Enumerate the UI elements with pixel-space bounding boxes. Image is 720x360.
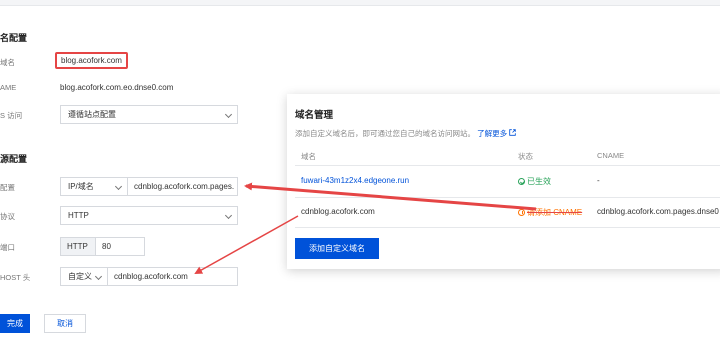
table-row-cname: - (597, 176, 600, 185)
protocol-value: HTTP (68, 211, 89, 220)
cname-value: blog.acofork.com.eo.dnse0.com (60, 83, 174, 92)
domain-config-title: 名配置 (0, 33, 28, 43)
confirm-button[interactable]: 完成 (0, 314, 30, 333)
table-row-cname: cdnblog.acofork.com.pages.dnse0 (597, 207, 719, 216)
host-label: HOST 头 (0, 273, 31, 282)
chevron-down-icon (224, 211, 233, 220)
https-select[interactable]: 遵循站点配置 (60, 105, 238, 124)
host-mode-select[interactable]: 自定义 (60, 267, 108, 286)
origin-config-title: 源配置 (0, 154, 28, 164)
learn-more-link[interactable]: 了解更多 (477, 129, 516, 138)
warning-circle-icon (518, 209, 525, 216)
origin-type-select[interactable]: IP/域名 (60, 177, 128, 196)
port-input[interactable]: 80 (95, 237, 145, 256)
domain-label: 域名 (0, 58, 15, 67)
check-circle-icon (518, 178, 525, 185)
row-divider (295, 227, 720, 228)
row-divider (295, 197, 720, 198)
panel-desc-text: 添加自定义域名后，即可通过您自己的域名访问网站。 (295, 129, 475, 138)
top-bar (0, 0, 720, 6)
header-divider (295, 165, 720, 166)
table-row-status: 请添加 CNAME (518, 207, 582, 218)
chevron-down-icon (94, 272, 103, 281)
external-link-icon (509, 129, 516, 136)
port-label: 端口 (0, 243, 15, 252)
https-select-value: 遵循站点配置 (68, 110, 116, 119)
domain-management-panel: 域名管理 添加自定义域名后，即可通过您自己的域名访问网站。 了解更多 域名 状态… (287, 94, 720, 269)
column-header-cname: CNAME (597, 151, 625, 160)
chevron-down-icon (114, 182, 123, 191)
table-row-domain[interactable]: fuwari-43m1z2x4.edgeone.run (301, 176, 409, 185)
column-header-status: 状态 (518, 152, 533, 161)
column-header-domain: 域名 (301, 152, 316, 161)
domain-value: blog.acofork.com (55, 52, 128, 69)
port-prefix: HTTP (60, 237, 96, 256)
protocol-label: 协议 (0, 212, 15, 221)
add-custom-domain-button[interactable]: 添加自定义域名 (295, 238, 379, 259)
protocol-select[interactable]: HTTP (60, 206, 238, 225)
panel-description: 添加自定义域名后，即可通过您自己的域名访问网站。 了解更多 (295, 128, 516, 139)
cname-label: AME (0, 83, 17, 92)
host-input[interactable]: cdnblog.acofork.com (107, 267, 238, 286)
origin-address-input[interactable]: cdnblog.acofork.com.pages. (127, 177, 238, 196)
origin-label: 配置 (0, 183, 15, 192)
origin-type-value: IP/域名 (68, 182, 94, 191)
https-label: S 访问 (0, 111, 23, 120)
table-row-status: 已生效 (518, 176, 551, 187)
cancel-button[interactable]: 取消 (44, 314, 86, 333)
chevron-down-icon (224, 110, 233, 119)
table-row-domain: cdnblog.acofork.com (301, 207, 375, 216)
panel-title: 域名管理 (295, 110, 334, 121)
host-mode-value: 自定义 (68, 272, 92, 281)
